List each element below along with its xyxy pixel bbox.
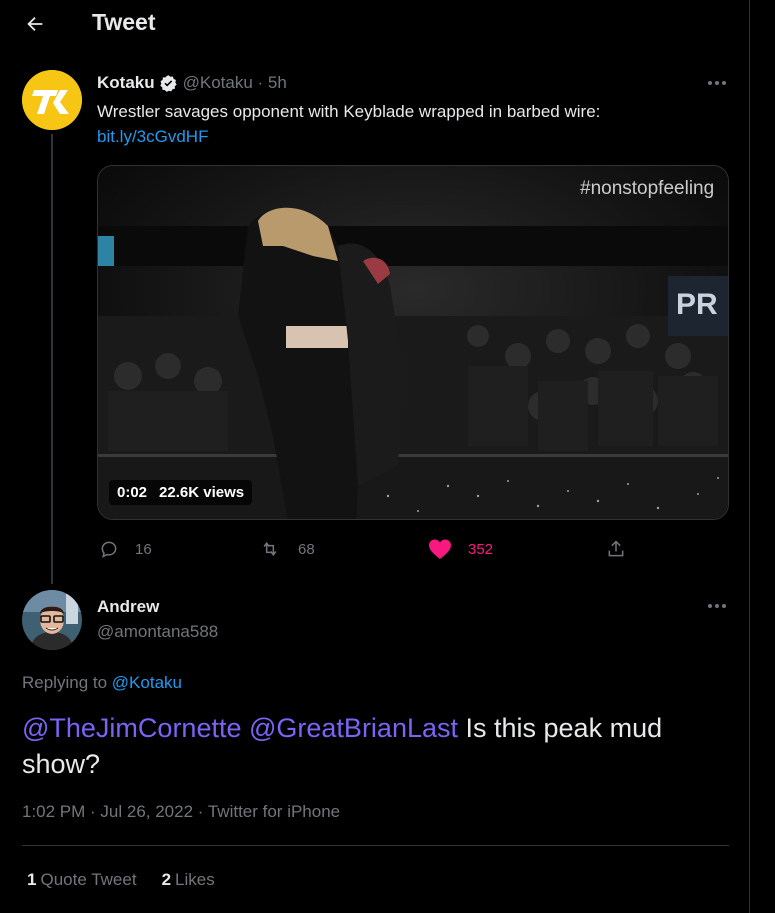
replying-prefix: Replying to	[22, 673, 108, 692]
author-handle-time: @Kotaku · 5h	[182, 73, 287, 92]
replying-to: Replying to @Kotaku	[22, 673, 182, 693]
reply-button[interactable]: 16	[99, 536, 152, 562]
more-icon	[708, 81, 726, 85]
back-button[interactable]	[18, 8, 52, 40]
video-overlay-tag: #nonstopfeeling	[580, 178, 715, 199]
header: Tweet	[0, 0, 750, 48]
share-button[interactable]	[606, 536, 626, 562]
reply-icon	[101, 541, 117, 558]
page-title: Tweet	[92, 9, 156, 35]
more-options-button[interactable]	[704, 597, 730, 615]
video-player[interactable]: PR	[97, 165, 729, 520]
divider	[22, 845, 729, 846]
video-thumbnail: PR	[98, 166, 728, 519]
author-name[interactable]: Kotaku	[97, 73, 155, 93]
retweet-button[interactable]: 68	[258, 536, 315, 562]
reply-count: 16	[135, 540, 152, 558]
tweet-header: Kotaku @Kotaku · 5h	[97, 73, 287, 93]
retweet-icon	[263, 541, 277, 557]
quote-count: 1	[27, 870, 37, 889]
like-count: 352	[468, 540, 494, 558]
arrow-left-icon	[27, 16, 43, 32]
tweet-link[interactable]: bit.ly/3cGvdHF	[97, 127, 208, 147]
reply-author-name[interactable]: Andrew	[97, 597, 159, 617]
likes-count: 2	[161, 870, 172, 889]
quote-tweets-stat[interactable]: 1 Quote Tweet	[27, 870, 137, 890]
thread-line	[51, 134, 53, 584]
reply-text: @TheJimCornette @GreatBrianLast Is this …	[22, 710, 732, 782]
tweet-timestamp[interactable]: 1:02 PM · Jul 26, 2022 · Twitter for iPh…	[22, 802, 340, 822]
video-duration: 0:02	[117, 484, 148, 501]
retweet-count: 68	[298, 540, 315, 558]
verified-badge-icon	[159, 74, 178, 93]
svg-text:PR: PR	[676, 288, 718, 321]
more-icon	[708, 604, 726, 608]
quote-label: Quote Tweet	[40, 870, 137, 889]
reply-author-handle[interactable]: @amontana588	[97, 622, 218, 642]
andrew-avatar-image	[22, 590, 82, 650]
avatar[interactable]	[22, 70, 82, 130]
mention-link[interactable]: @GreatBrianLast	[249, 713, 458, 743]
avatar[interactable]	[22, 590, 82, 650]
kotaku-logo-icon	[22, 70, 82, 130]
mention-link[interactable]: @TheJimCornette	[22, 713, 241, 743]
replying-to-link[interactable]: @Kotaku	[112, 673, 182, 692]
tweet-stats: 1 Quote Tweet 2 Likes	[27, 870, 215, 890]
likes-label: Likes	[175, 870, 215, 889]
tweet-column: Tweet Kotaku @Kotaku · 5h Wrestler savag…	[0, 0, 750, 913]
video-meta: 0:02 22.6K views	[109, 480, 253, 505]
heart-filled-icon	[429, 539, 451, 559]
tweet-text: Wrestler savages opponent with Keyblade …	[97, 102, 601, 121]
likes-stat[interactable]: 2 Likes	[162, 870, 215, 890]
like-button[interactable]: 352	[428, 536, 493, 562]
video-views: 22.6K views	[159, 484, 245, 501]
share-icon	[608, 540, 624, 557]
more-options-button[interactable]	[704, 74, 730, 92]
